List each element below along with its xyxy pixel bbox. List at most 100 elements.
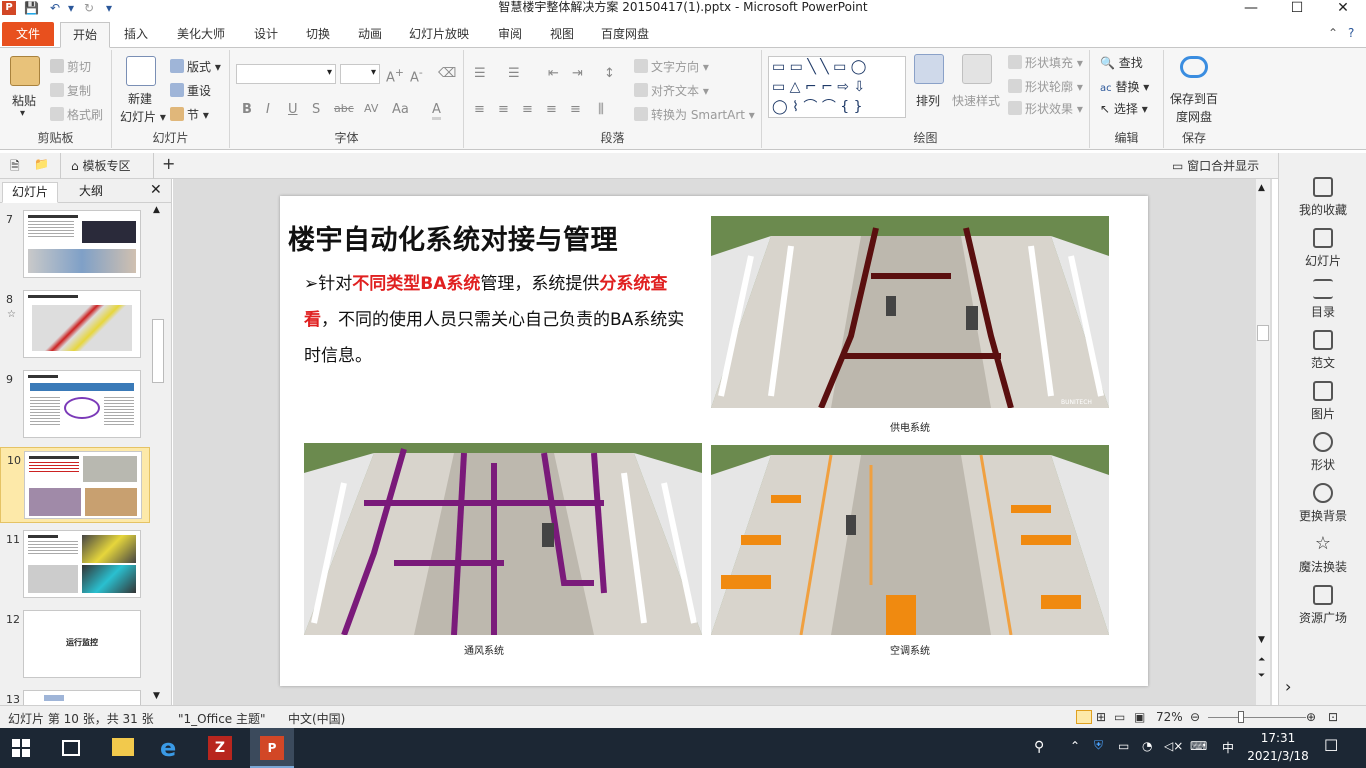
scrollbar-thumb[interactable] (1257, 325, 1269, 341)
thumbnail-row[interactable]: 12 运行监控 (0, 607, 150, 683)
quick-styles-icon[interactable] (962, 54, 992, 84)
thumbnail-row[interactable]: 7 (0, 207, 150, 283)
font-name-combo[interactable]: ▾ (236, 64, 336, 84)
fit-to-window-icon[interactable]: ⊡ (1328, 710, 1338, 724)
volume-muted-icon[interactable]: ◁× (1164, 739, 1183, 753)
toc-button[interactable]: 目录 (1279, 279, 1366, 320)
shapes-button[interactable]: 形状 (1279, 432, 1366, 473)
columns-icon[interactable]: ⫼ (598, 102, 604, 117)
keyboard-icon[interactable]: ⌨ (1190, 739, 1207, 753)
power-system-image[interactable]: BUNITECH (711, 216, 1109, 408)
line-spacing-icon[interactable]: ↕ (604, 66, 615, 81)
shadow-button[interactable]: S (312, 102, 320, 117)
font-size-combo[interactable]: ▾ (340, 64, 380, 84)
magic-change-button[interactable]: ☆ 魔法换装 (1279, 534, 1366, 575)
strikethrough-button[interactable]: abc (334, 102, 354, 115)
tab-view[interactable]: 视图 (542, 22, 582, 48)
normal-view-icon[interactable] (1076, 710, 1092, 724)
help-icon[interactable]: ? (1348, 26, 1354, 40)
slide-thumbnail[interactable] (23, 370, 141, 438)
merge-windows-button[interactable]: ▭ 窗口合并显示 (1172, 157, 1259, 174)
slide-thumbnail[interactable] (23, 530, 141, 598)
shapes-gallery[interactable]: ▭ ▭ ╲ ╲ ▭ ◯ ▭ △ ⌐ ⌐ ⇨ ⇩ ◯ ⌇ ⌒ ⌒ { } (768, 56, 906, 118)
save-to-baidu-button[interactable]: 保存到百 (1170, 90, 1218, 107)
close-icon[interactable]: ✕ (1320, 0, 1366, 18)
slide-sorter-icon[interactable]: ⊞ (1096, 710, 1106, 724)
tab-review[interactable]: 审阅 (490, 22, 530, 48)
scroll-up-icon[interactable]: ▲ (153, 205, 160, 215)
collapse-ribbon-icon[interactable]: ⌃ (1328, 26, 1338, 40)
increase-indent-icon[interactable]: ⇥ (572, 66, 583, 81)
scrollbar-thumb[interactable] (152, 319, 164, 383)
thumbnail-row[interactable]: 9 (0, 367, 150, 443)
quick-styles-button[interactable]: 快速样式 (952, 92, 1000, 109)
select-button[interactable]: ↖ 选择 ▾ (1100, 100, 1148, 117)
template-zone-tab[interactable]: ⌂ 模板专区 (60, 153, 154, 179)
thumbnail-row[interactable]: 13 (0, 687, 150, 705)
file-explorer-icon[interactable] (112, 738, 134, 756)
clock-time[interactable]: 17:31 (1258, 731, 1298, 745)
underline-button[interactable]: U (288, 102, 298, 117)
people-icon[interactable]: ⚲ (1034, 739, 1044, 755)
notification-center-icon[interactable]: ☐ (1324, 736, 1338, 755)
scroll-down-icon[interactable]: ▼ (1258, 635, 1265, 645)
reset-button[interactable]: 重设 (170, 82, 211, 99)
align-right-icon[interactable]: ≡ (522, 102, 533, 117)
wifi-icon[interactable]: ◔ (1142, 739, 1152, 753)
bullets-icon[interactable]: ☰ (474, 66, 486, 81)
slide-bullet-text[interactable]: ➢针对不同类型BA系统管理，系统提供分系统查看，不同的使用人员只需关心自己负责的… (304, 266, 696, 374)
tab-transitions[interactable]: 切换 (298, 22, 338, 48)
tab-slides-pane[interactable]: 幻灯片 (2, 182, 58, 203)
baidu-cloud-icon[interactable] (1180, 56, 1208, 78)
shape-effects-button[interactable]: 形状效果 ▾ (1008, 100, 1083, 117)
minimize-icon[interactable]: — (1228, 0, 1274, 18)
scroll-down-icon[interactable]: ▼ (153, 691, 160, 701)
tab-file[interactable]: 文件 (2, 22, 54, 46)
windows-start-icon[interactable] (12, 739, 30, 757)
theme-name[interactable]: "1_Office 主题" (178, 710, 266, 727)
language-indicator[interactable]: 中文(中国) (288, 710, 345, 727)
bold-button[interactable]: B (242, 102, 252, 117)
expand-pane-icon[interactable]: › (1285, 677, 1291, 696)
clock-date[interactable]: 2021/3/18 (1246, 749, 1310, 763)
shape-outline-button[interactable]: 形状轮廓 ▾ (1008, 78, 1083, 95)
paste-icon[interactable] (10, 56, 40, 86)
arrange-icon[interactable] (914, 54, 944, 84)
slide-thumbnail[interactable] (23, 210, 141, 278)
powerpoint-taskbar-button[interactable]: P (250, 728, 294, 768)
zoom-slider-thumb[interactable] (1238, 711, 1244, 723)
close-pane-icon[interactable]: ✕ (150, 182, 162, 198)
cut-button[interactable]: 剪切 (50, 58, 91, 75)
thumbnail-row[interactable]: 11 (0, 527, 150, 603)
task-view-icon[interactable] (62, 740, 80, 756)
new-slide-icon[interactable] (126, 56, 156, 86)
tab-baidu-netdisk[interactable]: 百度网盘 (594, 22, 656, 48)
tab-beautify-master[interactable]: 美化大师 (170, 22, 232, 48)
open-folder-icon[interactable]: 📁 (34, 157, 49, 171)
zoom-out-icon[interactable]: ⊖ (1190, 710, 1200, 724)
new-slide-button[interactable]: 新建 (128, 90, 152, 107)
slide-thumbnail[interactable] (23, 290, 141, 358)
replace-button[interactable]: ac 替换 ▾ (1100, 78, 1149, 95)
clear-format-icon[interactable]: ⌫ (438, 66, 456, 81)
shape-fill-button[interactable]: 形状填充 ▾ (1008, 54, 1083, 71)
tab-home[interactable]: 开始 (60, 22, 110, 48)
slideshow-icon[interactable]: ▣ (1134, 710, 1145, 724)
align-center-icon[interactable]: ≡ (498, 102, 509, 117)
zoom-in-icon[interactable]: ⊕ (1306, 710, 1316, 724)
numbering-icon[interactable]: ☰ (508, 66, 520, 81)
pictures-button[interactable]: 图片 (1279, 381, 1366, 422)
tab-slideshow[interactable]: 幻灯片放映 (402, 22, 476, 48)
character-spacing-button[interactable]: AV (364, 102, 378, 115)
font-color-button[interactable]: A (432, 102, 441, 120)
new-document-icon[interactable]: 🗎 (10, 157, 20, 178)
new-slide-dropdown[interactable]: 幻灯片 ▾ (120, 108, 166, 125)
add-tab-icon[interactable]: + (162, 154, 175, 173)
grow-font-icon[interactable]: A+ (386, 66, 404, 85)
slide-title[interactable]: 楼宇自动化系统对接与管理 (288, 218, 618, 257)
resource-plaza-button[interactable]: 资源广场 (1279, 585, 1366, 626)
current-slide[interactable]: 楼宇自动化系统对接与管理 ➢针对不同类型BA系统管理，系统提供分系统查看，不同的… (280, 196, 1148, 686)
canvas-scrollbar[interactable]: ▲ ▼ ⏶ ⏷ (1256, 179, 1270, 705)
tab-design[interactable]: 设计 (246, 22, 286, 48)
security-shield-icon[interactable]: ⛨ (1094, 738, 1103, 753)
